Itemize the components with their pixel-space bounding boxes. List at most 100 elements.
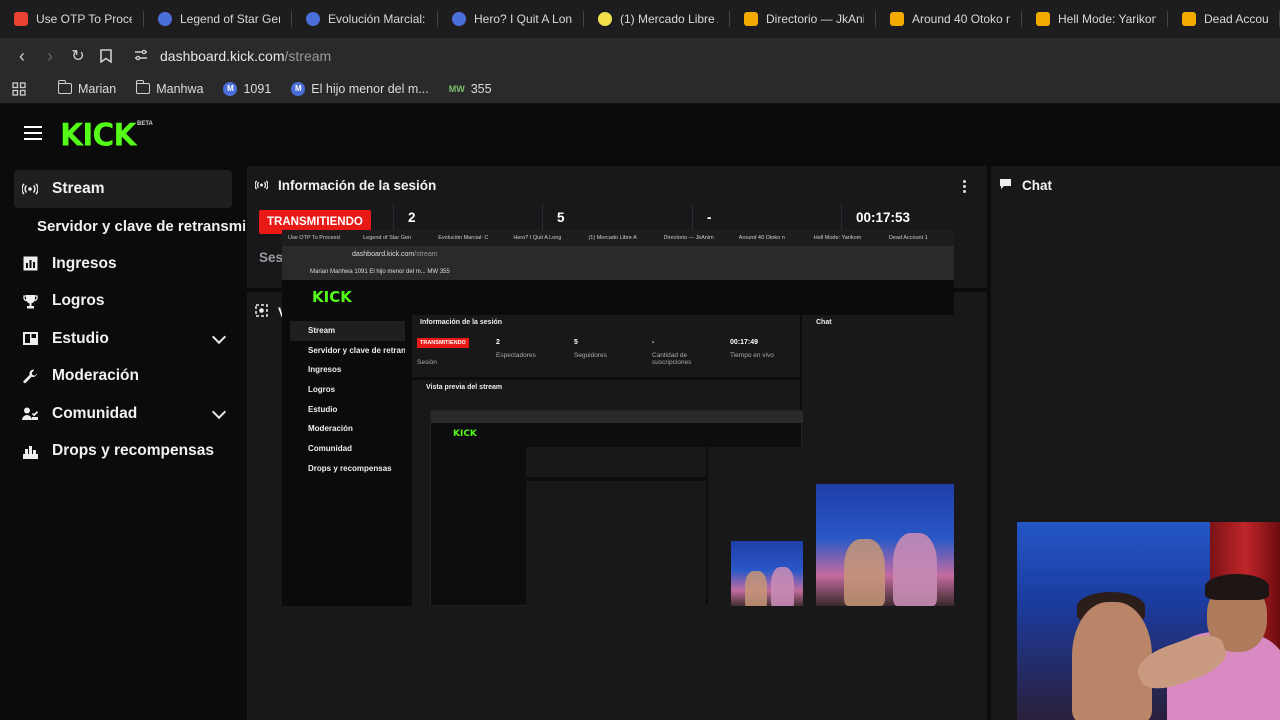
chat-bubble-icon: [999, 178, 1012, 193]
bookmark-label: 355: [470, 81, 492, 96]
preview-sidebar: Stream Servidor y clave de retransmisión…: [290, 321, 405, 479]
nested-session-panel: [526, 447, 706, 477]
chevron-down-icon[interactable]: [211, 329, 227, 345]
sidebar-item-label: Moderación: [52, 367, 139, 385]
sidebar-item-estudio[interactable]: Estudio: [0, 320, 240, 358]
browser-tab-bar: Use OTP To Proceed Legend of Star Gene Evo…: [0, 0, 1280, 38]
sidebar-item-logros[interactable]: Logros: [0, 283, 240, 321]
kick-logo[interactable]: KICK: [60, 117, 137, 154]
browser-tab-title: Dead Account 1: [1204, 12, 1268, 26]
preview-sidebar-item: Drops y recompensas: [308, 463, 392, 473]
sidebar-item-label: Drops y recompensas: [52, 442, 214, 460]
sidebar: Stream Servidor y clave de retransmisión…: [0, 170, 245, 471]
stream-preview-video[interactable]: Use OTP To Proceed Legend of Star Gen Evol…: [282, 230, 954, 606]
preview-url-path: /stream: [414, 251, 438, 258]
preview-session-panel: Información de la sesión TRANSMITIENDO S…: [412, 315, 800, 377]
panel-title: Información de la sesión: [278, 178, 437, 193]
sidebar-item-label: Ingresos: [52, 254, 117, 272]
bookmark-355[interactable]: MW 355: [439, 74, 502, 104]
forward-icon[interactable]: ›: [36, 42, 64, 70]
jkanime-icon: [890, 12, 904, 26]
sidebar-item-stream[interactable]: Stream: [14, 170, 232, 208]
preview-stat-value: 2: [496, 339, 500, 346]
preview-tab-bar: Use OTP To Proceed Legend of Star Gen Evol…: [282, 230, 954, 246]
sidebar-item-label: Servidor y clave de retransmisión: [37, 217, 245, 235]
preview-stat: 5 Seguidores: [574, 339, 607, 359]
preview-stat-label: Espectadores: [496, 352, 536, 359]
preview-browser-tab: (1) Mercado Libre A: [588, 235, 637, 241]
url-host: dashboard.kick.com: [160, 48, 285, 64]
preview-browser-tab: Around 40 Otoko n: [738, 235, 785, 241]
sidebar-item-ingresos[interactable]: Ingresos: [0, 245, 240, 283]
site-settings-icon[interactable]: [134, 48, 148, 64]
menu-icon[interactable]: [24, 126, 42, 140]
gift-icon: [22, 443, 38, 459]
reload-icon[interactable]: ↻: [64, 42, 92, 70]
browser-tab-title: Legend of Star Gene: [180, 12, 280, 26]
browser-tab-title: Directorio — JkAnim: [766, 12, 864, 26]
preview-stat-label: Cantidad de suscripciones: [652, 352, 692, 366]
preview-sidebar-item: Servidor y clave de retransmisión: [308, 345, 405, 355]
more-options-icon[interactable]: [963, 180, 967, 195]
preview-stat: 00:17:49 Tiempo en vivo: [730, 339, 774, 359]
bookmark-1091[interactable]: M 1091: [213, 74, 281, 104]
browser-tab[interactable]: (1) Mercado Libre A: [584, 0, 730, 38]
sidebar-item-label: Estudio: [52, 329, 109, 347]
bookmark-label: Manhwa: [156, 81, 204, 96]
browser-tab[interactable]: Hero? I Quit A Long: [438, 0, 584, 38]
jkanime-icon: [1182, 12, 1196, 26]
dashboard-header: KICK BETA: [0, 104, 1280, 164]
browser-tab[interactable]: Use OTP To Proceed: [0, 0, 144, 38]
browser-tab[interactable]: Legend of Star Gene: [144, 0, 292, 38]
nested-kick-logo: KICK: [453, 429, 477, 439]
browser-tab-title: Use OTP To Proceed: [36, 12, 132, 26]
bookmark-marian[interactable]: Marian: [48, 74, 126, 104]
preview-sidebar-item: Ingresos: [308, 365, 342, 375]
webcam-person-hair: [1205, 574, 1269, 600]
stat-value: 5: [557, 210, 565, 225]
folder-icon: [135, 80, 151, 94]
browser-tab[interactable]: Dead Account 1: [1168, 0, 1280, 38]
back-icon[interactable]: ‹: [8, 42, 36, 70]
users-icon: [22, 406, 38, 422]
sidebar-item-drops[interactable]: Drops y recompensas: [0, 433, 240, 471]
sidebar-item-comunidad[interactable]: Comunidad: [0, 395, 240, 433]
browser-tab[interactable]: Directorio — JkAnim: [730, 0, 876, 38]
stat-value: 2: [408, 210, 416, 225]
bookmark-icon[interactable]: [92, 42, 120, 70]
bookmark-hijo-menor[interactable]: M El hijo menor del m...: [281, 74, 438, 104]
sidebar-item-stream-key[interactable]: Servidor y clave de retransmisión: [0, 208, 245, 246]
browser-tab[interactable]: Evolución Marcial: C: [292, 0, 438, 38]
preview-panel-title: Información de la sesión: [420, 319, 503, 326]
preview-stat-label: Seguidores: [574, 352, 607, 359]
broadcast-icon: [22, 181, 38, 197]
sidebar-item-moderacion[interactable]: Moderación: [0, 358, 240, 396]
stat-value: -: [707, 210, 712, 225]
bookmark-label: 1091: [243, 81, 272, 96]
session-info-header: Información de la sesión: [254, 178, 437, 193]
preview-panel-title: Vista previa del stream: [426, 384, 503, 391]
wrench-icon: [22, 368, 38, 384]
preview-stat-value: -: [652, 339, 655, 346]
mercadolibre-icon: [598, 12, 612, 26]
trophy-icon: [22, 293, 38, 309]
browser-tab[interactable]: Around 40 Otoko n: [876, 0, 1022, 38]
preview-sidebar-item: Estudio: [308, 404, 338, 414]
chevron-down-icon[interactable]: [211, 404, 227, 420]
browser-tab-title: (1) Mercado Libre A: [620, 12, 718, 26]
preview-sidebar-item: Stream: [290, 321, 405, 341]
preview-webcam: [816, 484, 954, 606]
preview-browser-tab: Evolución Marcial: C: [438, 235, 489, 241]
jkanime-icon: [744, 12, 758, 26]
sidebar-item-label: Stream: [52, 179, 105, 197]
sidebar-item-label: Logros: [52, 292, 105, 310]
bookmark-manhwa[interactable]: Manhwa: [126, 74, 213, 104]
apps-icon[interactable]: [0, 74, 36, 104]
bookmark-label: Marian: [78, 81, 117, 96]
broadcast-icon: [254, 178, 269, 193]
browser-tab[interactable]: Hell Mode: Yarikom: [1022, 0, 1168, 38]
sidebar-item-label: Comunidad: [52, 404, 138, 422]
preview-dashboard: KICK Stream Servidor y clave de retransm…: [282, 280, 954, 606]
url-field[interactable]: dashboard.kick.com/stream: [126, 42, 1226, 70]
nested-browser-bar: [431, 411, 803, 423]
